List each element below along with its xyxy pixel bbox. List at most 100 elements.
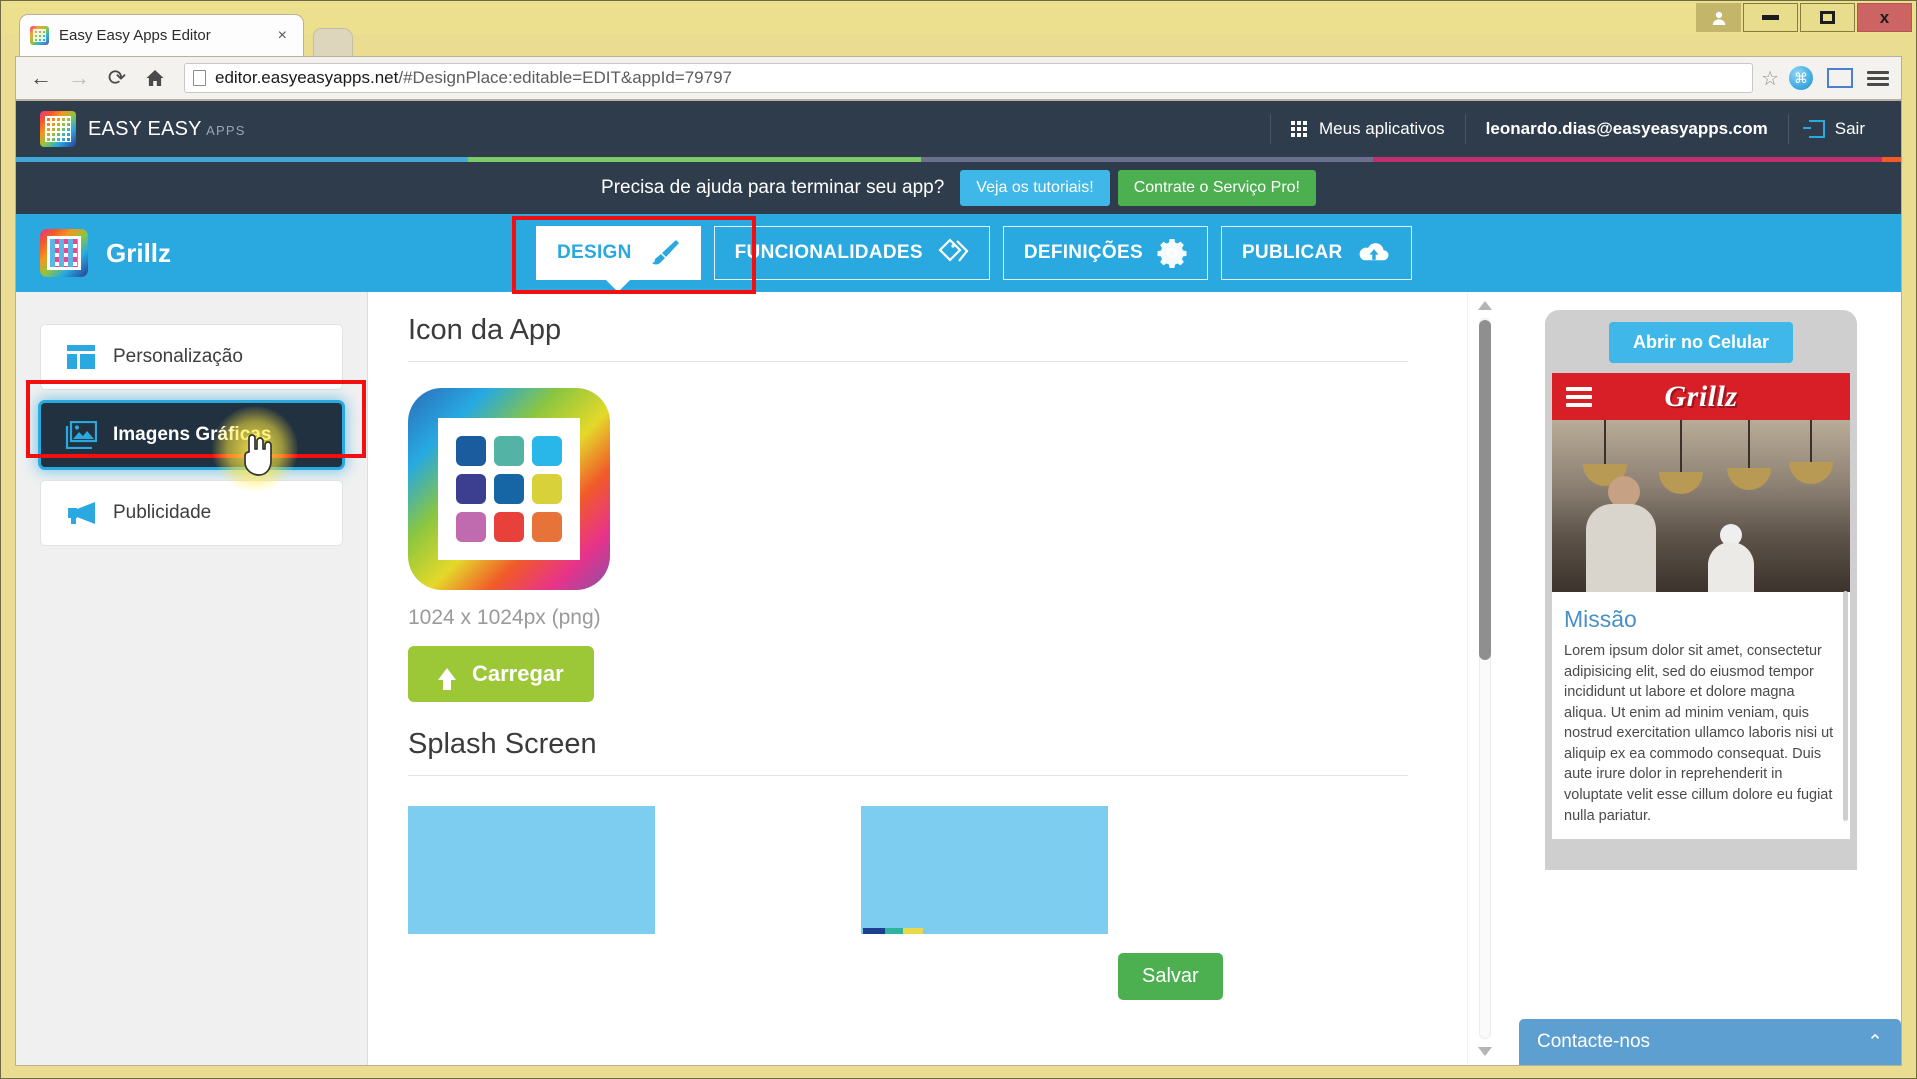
phone-preview-pane: Abrir no Celular Grillz — [1501, 292, 1901, 1065]
brand-line-1: EASY EASY — [88, 118, 202, 140]
page-viewport: EASY EASY APPS Meus aplicativos leonardo… — [15, 100, 1902, 1066]
phone-hero-image — [1552, 420, 1850, 592]
home-icon[interactable] — [138, 61, 172, 95]
app-icon-preview[interactable] — [408, 388, 610, 590]
brand-logo[interactable]: EASY EASY APPS — [16, 111, 246, 147]
sidebar-item-personalizacao[interactable]: Personalização — [40, 324, 343, 390]
url-domain: editor.easyeasyapps.net — [215, 68, 398, 87]
app-toolbar: Grillz DESIGN FUNCIONALIDADES DEFINIÇÕES — [16, 214, 1901, 292]
phone-screen: Grillz — [1552, 373, 1850, 839]
my-apps-label: Meus aplicativos — [1319, 119, 1445, 139]
sidebar-item-personalizacao-label: Personalização — [113, 346, 243, 368]
splash-thumbnail-landscape[interactable] — [861, 806, 1108, 934]
sidebar-item-imagens-graficas-label: Imagens Gráficas — [113, 424, 271, 446]
help-question: Precisa de ajuda para terminar seu app? — [601, 177, 944, 199]
browser-toolbar: ← → ⟳ editor.easyeasyapps.net/#DesignPla… — [15, 56, 1902, 100]
back-icon[interactable]: ← — [24, 61, 58, 95]
tab-design[interactable]: DESIGN — [536, 226, 701, 280]
upload-button-label: Carregar — [472, 661, 564, 687]
phone-scrollbar[interactable] — [1843, 591, 1848, 821]
brand-line-2: APPS — [206, 123, 245, 138]
phone-section-heading: Missão — [1564, 606, 1838, 633]
design-tabs: DESIGN FUNCIONALIDADES DEFINIÇÕES — [536, 214, 1412, 292]
browser-menu-icon[interactable] — [1867, 68, 1889, 89]
design-main-pane: Icon da App 1024 x 1024px (png) Carregar — [368, 292, 1467, 1065]
header-actions: Meus aplicativos leonardo.dias@easyeasya… — [1268, 101, 1901, 157]
pro-service-button[interactable]: Contrate o Serviço Pro! — [1118, 170, 1316, 206]
phone-body-text: Lorem ipsum dolor sit amet, consectetur … — [1564, 641, 1838, 826]
sidebar-item-publicidade-label: Publicidade — [113, 502, 211, 524]
contact-us-bar[interactable]: Contacte-nos ⌃ — [1519, 1019, 1901, 1065]
tab-funcionalidades[interactable]: FUNCIONALIDADES — [714, 226, 990, 280]
paintbrush-icon — [646, 239, 680, 267]
phone-frame: Abrir no Celular Grillz — [1545, 310, 1857, 870]
logout-link[interactable]: Sair — [1791, 119, 1883, 139]
chevron-up-icon: ⌃ — [1867, 1031, 1883, 1054]
exit-icon — [1809, 120, 1825, 138]
splash-section-title: Splash Screen — [408, 728, 1467, 761]
new-tab-button[interactable] — [313, 28, 353, 56]
section-divider — [408, 361, 1408, 362]
upload-icon-button[interactable]: Carregar — [408, 646, 594, 702]
sidebar-item-imagens-graficas[interactable]: Imagens Gráficas — [40, 402, 343, 468]
tab-close-icon[interactable]: × — [272, 27, 293, 45]
design-sidebar: Personalização Imagens Gráficas Publicid… — [16, 292, 368, 1065]
tab-definicoes[interactable]: DEFINIÇÕES — [1003, 226, 1208, 280]
sidebar-item-publicidade[interactable]: Publicidade — [40, 480, 343, 546]
site-header: EASY EASY APPS Meus aplicativos leonardo… — [16, 101, 1901, 157]
bookmark-star-icon[interactable]: ☆ — [1761, 66, 1779, 91]
save-row: Salvar — [408, 952, 1467, 1018]
tab-publicar[interactable]: PUBLICAR — [1221, 226, 1412, 280]
rainbow-divider — [16, 157, 1901, 162]
icon-dimensions-label: 1024 x 1024px (png) — [408, 606, 1467, 630]
phone-topbar: Grillz — [1552, 373, 1850, 420]
extension-icon[interactable]: ⌘ — [1789, 66, 1813, 90]
os-window: x Easy Easy Apps Editor × ← → ⟳ editor.e… — [0, 0, 1917, 1079]
content-area: Personalização Imagens Gráficas Publicid… — [16, 292, 1901, 1065]
tab-publicar-label: PUBLICAR — [1242, 242, 1343, 264]
address-bar[interactable]: editor.easyeasyapps.net/#DesignPlace:edi… — [184, 63, 1753, 93]
browser-tab[interactable]: Easy Easy Apps Editor × — [19, 14, 304, 56]
upload-arrow-icon — [438, 668, 456, 680]
user-email-label[interactable]: leonardo.dias@easyeasyapps.com — [1468, 119, 1786, 139]
reload-icon[interactable]: ⟳ — [100, 61, 134, 95]
splash-thumbnail-portrait[interactable] — [408, 806, 655, 934]
header-divider — [1465, 114, 1466, 144]
my-apps-link[interactable]: Meus aplicativos — [1273, 119, 1463, 139]
phone-content: Missão Lorem ipsum dolor sit amet, conse… — [1552, 592, 1850, 826]
layout-icon — [59, 344, 103, 370]
header-divider — [1788, 114, 1789, 144]
cast-icon[interactable] — [1827, 68, 1853, 88]
logout-label: Sair — [1835, 119, 1865, 139]
easyeasyapps-logo-icon — [40, 111, 76, 147]
save-button[interactable]: Salvar — [1118, 953, 1223, 1000]
help-banner: Precisa de ajuda para terminar seu app? … — [16, 162, 1901, 214]
url-path: /#DesignPlace:editable=EDIT&appId=79797 — [398, 68, 732, 87]
icon-section-title: Icon da App — [408, 314, 1467, 347]
image-stack-icon — [59, 421, 103, 449]
app-icon-grid — [456, 436, 562, 542]
scroll-down-arrow-icon[interactable] — [1478, 1047, 1492, 1056]
section-divider — [408, 775, 1408, 776]
scrollbar-thumb[interactable] — [1479, 320, 1491, 660]
scroll-up-arrow-icon[interactable] — [1478, 301, 1492, 310]
tab-definicoes-label: DEFINIÇÕES — [1024, 242, 1143, 264]
page-document-icon — [193, 70, 206, 86]
gear-icon — [1157, 238, 1187, 268]
cloud-upload-icon — [1357, 240, 1391, 266]
tags-icon — [937, 238, 969, 268]
phone-brand-title: Grillz — [1552, 380, 1850, 414]
header-divider — [1270, 114, 1271, 144]
tab-design-label: DESIGN — [557, 242, 632, 264]
browser-tabstrip: Easy Easy Apps Editor × — [1, 14, 1916, 56]
tutorials-button[interactable]: Veja os tutoriais! — [960, 170, 1109, 206]
app-icon — [40, 229, 88, 277]
app-name-label: Grillz — [106, 238, 171, 269]
megaphone-icon — [59, 500, 103, 526]
forward-icon[interactable]: → — [62, 61, 96, 95]
contact-us-label: Contacte-nos — [1537, 1031, 1650, 1053]
open-on-mobile-button[interactable]: Abrir no Celular — [1609, 322, 1793, 363]
main-scrollbar[interactable] — [1467, 292, 1501, 1065]
site-favicon-icon — [30, 26, 49, 45]
grid-icon — [1291, 121, 1307, 137]
